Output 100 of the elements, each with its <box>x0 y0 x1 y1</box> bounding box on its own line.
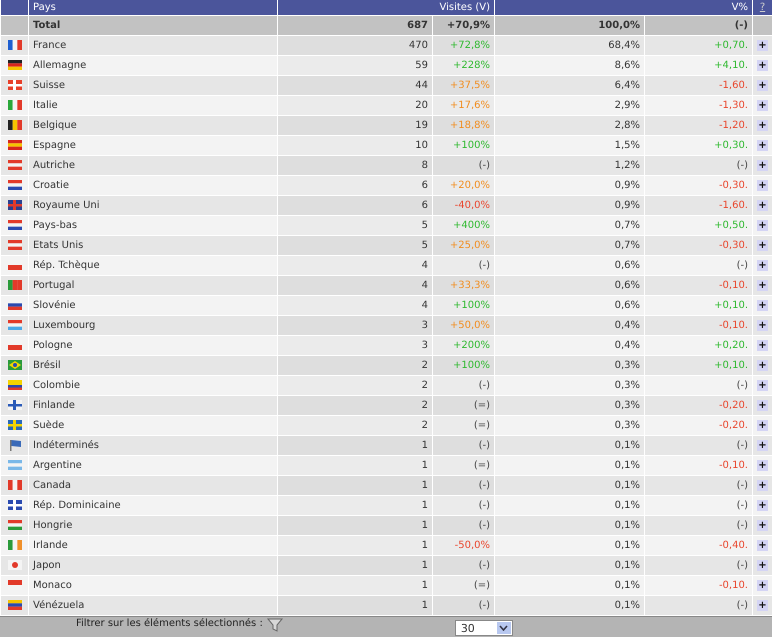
table-cell: 2 <box>422 400 428 411</box>
table-cell: 1,5% <box>614 140 640 151</box>
expand-button[interactable]: + <box>757 240 768 251</box>
expand-button[interactable]: + <box>757 500 768 511</box>
table-cell: 20 <box>415 100 428 111</box>
expand-button[interactable]: + <box>757 360 768 371</box>
flag-icon <box>8 280 22 291</box>
flag-icon <box>8 600 22 611</box>
table-cell: 3 <box>422 320 428 331</box>
expand-button[interactable]: + <box>757 80 768 91</box>
expand-button[interactable]: + <box>757 460 768 471</box>
table-cell: (-) <box>736 560 748 571</box>
flag-icon <box>8 460 22 471</box>
column-header[interactable]: V% <box>732 2 748 13</box>
expand-button[interactable]: + <box>757 140 768 151</box>
expand-button[interactable]: + <box>757 120 768 131</box>
table-cell: 0,6% <box>614 300 640 311</box>
expand-button[interactable]: + <box>757 180 768 191</box>
table-cell: 0,1% <box>614 520 640 531</box>
flag-icon <box>8 540 22 551</box>
expand-button[interactable]: + <box>757 440 768 451</box>
flag-icon <box>8 360 22 371</box>
expand-button[interactable]: + <box>757 600 768 611</box>
table-cell: +50,0% <box>450 320 490 331</box>
flag-icon <box>8 180 22 191</box>
expand-button[interactable]: + <box>757 160 768 171</box>
country-name: Pologne <box>33 340 73 351</box>
expand-button[interactable]: + <box>757 560 768 571</box>
table-cell: 59 <box>415 60 428 71</box>
table-cell: +0,70. <box>714 40 748 51</box>
table-cell: 2 <box>422 360 428 371</box>
expand-button[interactable]: + <box>757 480 768 491</box>
table-cell: 2 <box>422 420 428 431</box>
expand-button[interactable]: + <box>757 200 768 211</box>
flag-icon <box>8 220 22 231</box>
table-cell: (-) <box>478 260 490 271</box>
table-cell: 0,4% <box>614 320 640 331</box>
funnel-icon[interactable] <box>266 617 283 633</box>
expand-button[interactable]: + <box>757 400 768 411</box>
table-cell: +228% <box>453 60 490 71</box>
table-cell: -0,10. <box>718 580 748 591</box>
table-cell: +18,8% <box>450 120 490 131</box>
table-cell: 1 <box>422 600 428 611</box>
expand-button[interactable]: + <box>757 220 768 231</box>
country-name: Rép. Dominicaine <box>33 500 121 511</box>
table-cell: 0,9% <box>614 200 640 211</box>
table-cell: +37,5% <box>450 80 490 91</box>
filter-label: Filtrer sur les éléments sélectionnés : <box>76 618 263 629</box>
table-cell: 5 <box>422 220 428 231</box>
table-cell: -50,0% <box>454 540 490 551</box>
expand-button[interactable]: + <box>757 100 768 111</box>
table-cell: +0,50. <box>714 220 748 231</box>
table-cell: (-) <box>478 560 490 571</box>
table-cell: -0,30. <box>718 180 748 191</box>
expand-button[interactable]: + <box>757 580 768 591</box>
table-cell: -0,40. <box>718 540 748 551</box>
table-cell: 470 <box>408 40 428 51</box>
table-cell: (-) <box>478 380 490 391</box>
country-name: France <box>33 40 66 51</box>
expand-button[interactable]: + <box>757 280 768 291</box>
country-name: Finlande <box>33 400 75 411</box>
table-cell: -1,60. <box>718 80 748 91</box>
expand-button[interactable]: + <box>757 520 768 531</box>
table-cell: (-) <box>736 500 748 511</box>
flag-icon <box>8 500 22 511</box>
table-cell: -0,30. <box>718 240 748 251</box>
expand-button[interactable]: + <box>757 40 768 51</box>
caret-icon <box>496 622 511 634</box>
expand-button[interactable]: + <box>757 340 768 351</box>
expand-button[interactable]: + <box>757 300 768 311</box>
country-name: Indéterminés <box>33 440 100 451</box>
table-cell: 19 <box>415 120 428 131</box>
country-name: Pays-bas <box>33 220 78 231</box>
table-cell: 6 <box>422 180 428 191</box>
flag-icon <box>8 440 22 451</box>
expand-button[interactable]: + <box>757 540 768 551</box>
table-cell: -1,30. <box>718 100 748 111</box>
column-header[interactable]: Pays <box>33 2 56 13</box>
expand-button[interactable]: + <box>757 380 768 391</box>
expand-button[interactable]: + <box>757 260 768 271</box>
table-cell: 1 <box>422 460 428 471</box>
table-cell: +0,10. <box>714 360 748 371</box>
column-header[interactable]: Visites (V) <box>440 2 490 13</box>
expand-button[interactable]: + <box>757 60 768 71</box>
table-cell: 0,6% <box>614 260 640 271</box>
flag-icon <box>8 400 22 411</box>
expand-button[interactable]: + <box>757 320 768 331</box>
table-cell: 687 <box>407 20 428 31</box>
table-cell: 2,8% <box>614 120 640 131</box>
expand-button[interactable]: + <box>757 420 768 431</box>
country-name: Royaume Uni <box>33 200 100 211</box>
flag-icon <box>8 260 22 271</box>
table-cell: 4 <box>422 260 428 271</box>
table-cell: 1 <box>422 520 428 531</box>
country-name: Autriche <box>33 160 75 171</box>
table-cell: -1,20. <box>718 120 748 131</box>
flag-icon <box>8 160 22 171</box>
table-cell: +20,0% <box>450 180 490 191</box>
page-size-select[interactable]: 30 <box>454 620 513 636</box>
table-cell: (-) <box>736 480 748 491</box>
